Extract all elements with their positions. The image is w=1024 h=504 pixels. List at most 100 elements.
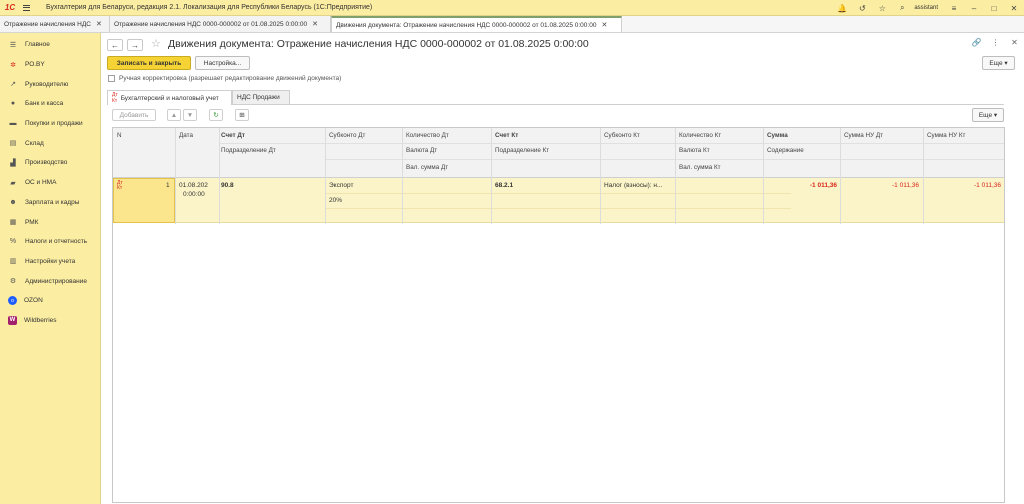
settings-button[interactable]: Настройка... xyxy=(195,56,250,70)
sidebar-item-manager[interactable]: ↗ Руководителю xyxy=(0,74,100,94)
favorite-star-icon[interactable]: ☆ xyxy=(151,37,161,50)
header-content[interactable]: Содержание xyxy=(767,147,804,154)
search-icon[interactable]: ⌕ xyxy=(892,0,912,16)
more-button[interactable]: Еще ▾ xyxy=(982,56,1015,70)
header-debit-account[interactable]: Счет Дт xyxy=(221,132,245,139)
header-date[interactable]: Дата xyxy=(179,132,193,139)
header-n[interactable]: N xyxy=(117,132,122,139)
sidebar-item-main[interactable]: ☰ Главное xyxy=(0,35,100,55)
bell-icon[interactable]: 🔔 xyxy=(832,0,852,16)
chart-icon: ↗ xyxy=(10,81,16,89)
header-subconto-kt[interactable]: Субконто Кт xyxy=(604,132,640,139)
sidebar-item-label: Покупки и продажи xyxy=(25,120,83,128)
header-credit-department[interactable]: Подразделение Кт xyxy=(495,147,549,154)
header-currency-kt[interactable]: Валюта Кт xyxy=(679,147,710,154)
sidebar-item-pos[interactable]: ▦ РМК xyxy=(0,212,100,232)
settings-doc-icon: ▥ xyxy=(9,258,17,266)
tab-accounting[interactable]: Дт Кт Бухгалтерский и налоговый учет xyxy=(107,90,232,105)
dt-kt-icon: Дт Кт xyxy=(117,180,123,191)
row-subconto-dt-2: 20% xyxy=(329,197,343,204)
title-bar: 1С Бухгалтерия для Беларуси, редакция 2.… xyxy=(0,0,1024,16)
refresh-icon[interactable]: ↻ xyxy=(209,109,223,121)
sidebar-item-label: Производство xyxy=(25,159,68,167)
row-date: 01.08.202 xyxy=(179,182,208,189)
forward-button[interactable]: → xyxy=(127,39,143,51)
sidebar-item-admin[interactable]: ⚙ Администрирование xyxy=(0,271,100,291)
main-menu-icon[interactable] xyxy=(20,0,34,16)
sidebar-item-label: Налоги и отчетность xyxy=(25,238,88,246)
user-name[interactable]: assistant xyxy=(912,5,944,11)
tab-label: Отражение начисления НДС 0000-000002 от … xyxy=(114,20,308,28)
sidebar-item-label: РО.BY xyxy=(25,61,45,69)
export-icon[interactable]: ⊞ xyxy=(235,109,249,121)
settings-menu-icon[interactable]: ≡ xyxy=(944,0,964,16)
sidebar-item-purchases-sales[interactable]: ▬ Покупки и продажи xyxy=(0,114,100,134)
header-credit-account[interactable]: Счет Кт xyxy=(495,132,518,139)
sidebar-item-bank[interactable]: ● Банк и касса xyxy=(0,94,100,114)
more-vert-icon[interactable]: ⋮ xyxy=(986,38,1005,47)
tax-icon: % xyxy=(9,238,17,246)
favorites-star-icon[interactable]: ☆ xyxy=(872,0,892,16)
sidebar-item-warehouse[interactable]: ▤ Склад xyxy=(0,133,100,153)
people-icon: ☻ xyxy=(9,198,17,206)
sidebar-item-wildberries[interactable]: W Wildberries xyxy=(0,311,100,331)
app-title: Бухгалтерия для Беларуси, редакция 2.1. … xyxy=(46,4,373,11)
header-cur-sum-kt[interactable]: Вал. сумма Кт xyxy=(679,164,721,171)
sidebar-item-label: Главное xyxy=(25,41,50,49)
header-currency-dt[interactable]: Валюта Дт xyxy=(406,147,437,154)
header-debit-department[interactable]: Подразделение Дт xyxy=(221,147,276,154)
sidebar-item-accounting-settings[interactable]: ▥ Настройки учета xyxy=(0,252,100,272)
page-title: Движения документа: Отражение начисления… xyxy=(168,38,589,50)
sidebar-item-label: Банк и касса xyxy=(25,100,64,108)
link-icon[interactable]: 🔗 xyxy=(967,38,986,47)
table-more-button[interactable]: Еще ▾ xyxy=(972,108,1004,122)
row-subconto-dt-1: Экспорт xyxy=(329,182,354,189)
bank-icon: ● xyxy=(10,100,16,108)
header-sum-nu-dt[interactable]: Сумма НУ Дт xyxy=(844,132,883,139)
close-tab-icon[interactable]: ✕ xyxy=(96,20,102,28)
sidebar-item-fixed-assets[interactable]: ▰ ОС и НМА xyxy=(0,173,100,193)
header-sum[interactable]: Сумма xyxy=(767,132,788,139)
document-form: ← → ☆ Движения документа: Отражение начи… xyxy=(101,33,1024,504)
manual-correction-row[interactable]: Ручная корректировка (разрешает редактир… xyxy=(108,75,341,82)
open-windows-bar: Отражение начисления НДС ✕ Отражение нач… xyxy=(0,16,1024,33)
back-button[interactable]: ← xyxy=(107,39,123,51)
sidebar-item-production[interactable]: ▟ Производство xyxy=(0,153,100,173)
sidebar-item-taxes[interactable]: % Налоги и отчетность xyxy=(0,232,100,252)
move-down-icon[interactable]: ▼ xyxy=(183,109,197,121)
sidebar-item-label: Администрирование xyxy=(25,277,87,285)
close-tab-icon[interactable]: ✕ xyxy=(601,21,607,29)
manual-correction-checkbox[interactable] xyxy=(108,75,115,82)
sidebar-item-label: OZON xyxy=(24,297,43,305)
tab-divider xyxy=(107,104,1004,105)
cash-register-icon: ▦ xyxy=(9,219,17,227)
sidebar-item-ozon[interactable]: o OZON xyxy=(0,291,100,311)
tab-vat-sales[interactable]: НДС Продажи xyxy=(232,90,290,104)
warehouse-icon: ▤ xyxy=(9,140,17,148)
row-credit-account: 68.2.1 xyxy=(495,182,514,189)
close-tab-icon[interactable]: ✕ xyxy=(312,20,318,28)
row-sum: -1 011,36 xyxy=(809,182,837,189)
close-form-icon[interactable]: ✕ xyxy=(1005,38,1024,47)
save-and-close-button[interactable]: Записать и закрыть xyxy=(107,56,191,70)
tab-document-movements[interactable]: Движения документа: Отражение начисления… xyxy=(331,16,622,32)
close-icon[interactable]: ✕ xyxy=(1004,0,1024,16)
minimize-icon[interactable]: – xyxy=(964,0,984,16)
movements-table[interactable]: N Дата Счет Дт Подразделение Дт Субконто… xyxy=(112,127,1005,503)
header-sum-nu-kt[interactable]: Сумма НУ Кт xyxy=(927,132,965,139)
history-icon[interactable]: ↺ xyxy=(852,0,872,16)
add-row-button[interactable]: Добавить xyxy=(112,109,156,121)
tab-vat-list[interactable]: Отражение начисления НДС ✕ xyxy=(0,16,110,32)
header-subconto-dt[interactable]: Субконто Дт xyxy=(329,132,365,139)
move-up-icon[interactable]: ▲ xyxy=(167,109,181,121)
sidebar-item-label: РМК xyxy=(25,218,39,226)
header-qty-kt[interactable]: Количество Кт xyxy=(679,132,721,139)
header-qty-dt[interactable]: Количество Дт xyxy=(406,132,449,139)
sidebar-item-payroll[interactable]: ☻ Зарплата и кадры xyxy=(0,193,100,213)
tab-vat-document[interactable]: Отражение начисления НДС 0000-000002 от … xyxy=(110,16,331,32)
gear-icon: ⚙ xyxy=(9,278,17,286)
sidebar-item-po-by[interactable]: ✲ РО.BY xyxy=(0,55,100,75)
maximize-icon[interactable]: □ xyxy=(984,0,1004,16)
sections-panel: ☰ Главное ✲ РО.BY ↗ Руководителю ● Банк и ка… xyxy=(0,33,101,504)
header-cur-sum-dt[interactable]: Вал. сумма Дт xyxy=(406,164,448,171)
